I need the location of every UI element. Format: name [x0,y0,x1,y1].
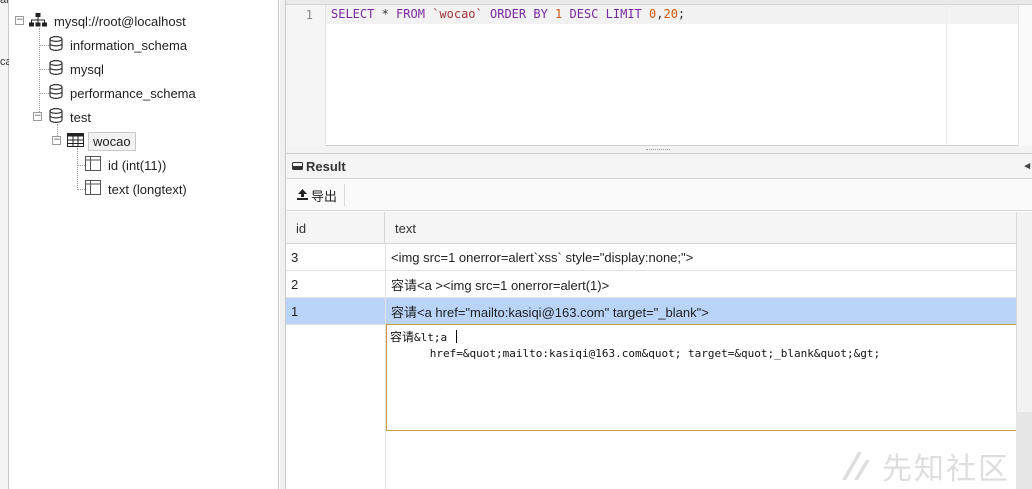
watermark-logo-icon [842,452,870,480]
column-header-label: text [395,220,416,236]
sql-keyword: ORDER BY [490,7,548,21]
tree-connector [39,93,49,94]
database-label: information_schema [70,37,188,53]
editor-scrollbar[interactable] [1018,5,1032,146]
editor-print-margin [946,5,947,146]
sql-number: 1 [555,7,563,21]
tree-item-table[interactable]: wocao [67,130,136,152]
watermark-text: 先知社区 [882,452,1010,487]
cell-editor-line: href=&quot;mailto:kasiqi@163.com&quot; t… [390,347,881,360]
cell-id[interactable]: 2 [286,271,385,298]
column-label: text (longtext) [108,181,187,197]
tree-item-database[interactable]: information_schema [49,34,187,56]
left-panel-edge: ar ca [0,0,9,489]
connection-label: mysql://root@localhost [54,13,186,29]
cell-id[interactable]: 3 [286,244,385,271]
table-row-selected[interactable]: 1 容请<a href="mailto:kasiqi@163.com" targ… [286,298,1016,325]
column-icon [85,180,101,198]
result-title: Result [306,158,346,174]
sql-editor[interactable]: 1 SELECT * FROM `wocao` ORDER BY 1 DESC … [286,0,1032,146]
cell-editor-line: &lt;a [414,331,454,344]
result-panel-header: Result ◂ [286,154,1032,179]
upload-icon [297,188,308,203]
export-button[interactable]: 导出 [290,184,346,206]
cell-text[interactable]: 容请<a ><img src=1 onerror=alert(1)> [385,271,1016,298]
editor-result-splitter[interactable] [286,146,1032,154]
watermark: 先知社区 [838,444,1010,488]
database-label: test [70,109,91,125]
database-label: mysql [70,61,104,77]
splitter-grip [646,149,670,150]
export-label: 导出 [311,188,338,204]
schema-tree: − mysql://root@localhost information_sch… [9,0,279,489]
sql-keyword: FROM [396,7,425,21]
database-label: performance_schema [70,85,196,101]
cell-text[interactable]: 容请<a href="mailto:kasiqi@163.com" target… [385,298,1016,325]
collapse-toggle[interactable]: − [33,112,42,121]
tree-item-database[interactable]: mysql [49,58,104,80]
grid-header: id text [286,212,1016,244]
sql-keyword: LIMIT [605,7,642,21]
column-header-id[interactable]: id [286,212,385,244]
cell-editor-content: 容请&lt;a href=&quot;mailto:kasiqi@163.com… [390,329,880,362]
chevron-left-icon[interactable]: ◂ [1024,159,1030,172]
line-number: 1 [305,8,313,22]
database-icon [49,83,63,102]
database-icon [49,107,63,126]
tree-item-database[interactable]: test [49,106,91,128]
collapse-toggle[interactable]: − [15,16,24,25]
result-icon [292,159,303,174]
left-panel-text-fragment: ar [0,0,9,6]
left-panel-text-fragment: ca [0,56,9,68]
database-icon [49,35,63,54]
text-caret [455,330,457,343]
collapse-toggle[interactable]: − [52,136,61,145]
sql-keyword: SELECT [331,7,375,21]
cell-text[interactable]: <img src=1 onerror=alert`xss` style="dis… [385,244,1016,271]
result-toolbar: 导出 [286,180,1032,211]
table-row[interactable]: 3 <img src=1 onerror=alert`xss` style="d… [286,244,1016,271]
tree-item-column[interactable]: id (int(11)) [85,154,166,176]
active-code-line[interactable]: SELECT * FROM `wocao` ORDER BY 1 DESC LI… [326,5,1032,24]
cell-editor-prefix: 容请 [390,330,415,344]
cell-editor-textarea[interactable]: 容请&lt;a href=&quot;mailto:kasiqi@163.com… [386,324,1016,431]
column-label: id (int(11)) [108,157,167,173]
tree-item-column[interactable]: text (longtext) [85,178,187,200]
tree-connector [39,69,49,70]
network-tree-icon [29,12,47,30]
table-row[interactable]: 2 容请<a ><img src=1 onerror=alert(1)> [286,271,1016,298]
table-icon [67,132,84,150]
cell-id[interactable]: 1 [286,298,385,325]
sql-number: 20 [663,7,678,21]
editor-gutter: 1 [286,5,326,146]
tree-connector [77,148,78,190]
tree-connector [39,28,40,118]
sql-token: * [374,7,397,21]
sql-keyword: DESC [569,7,599,21]
database-icon [49,59,63,78]
tree-item-connection[interactable]: mysql://root@localhost [29,10,186,32]
grid-scrollbar-track[interactable] [1016,412,1032,489]
sql-query[interactable]: SELECT * FROM `wocao` ORDER BY 1 DESC LI… [331,7,685,21]
tree-connector [39,45,49,46]
tree-item-database[interactable]: performance_schema [49,82,196,104]
column-header-text[interactable]: text [385,212,1016,244]
sql-token: ; [677,7,686,21]
column-header-label: id [296,220,307,236]
column-icon [85,156,101,174]
table-label: wocao [88,131,136,151]
sql-identifier: `wocao` [432,7,483,21]
